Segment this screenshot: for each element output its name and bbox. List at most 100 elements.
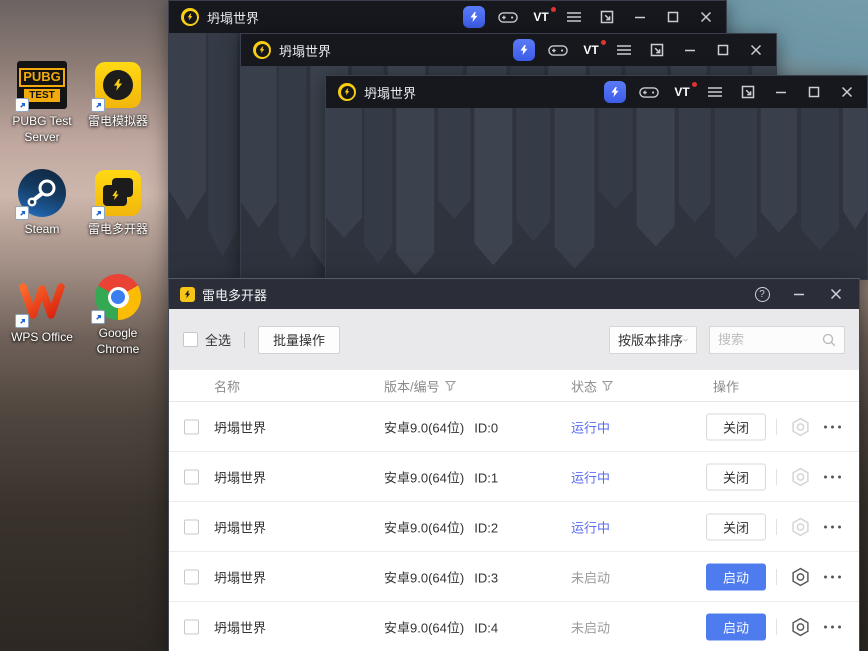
loading-background-pattern — [326, 108, 867, 276]
toolbar-divider — [244, 331, 246, 348]
desktop-icon-wps-office[interactable]: WPS Office — [2, 276, 82, 346]
desktop-icon-pubg-test-server[interactable]: PUBG TEST PUBG Test Server — [2, 60, 82, 145]
minimize-icon[interactable] — [790, 285, 808, 303]
gamepad-icon[interactable] — [548, 40, 568, 60]
row-checkbox[interactable] — [184, 469, 199, 484]
more-options-icon[interactable] — [824, 425, 841, 428]
row-divider — [776, 568, 777, 585]
sort-dropdown[interactable]: 按版本排序 — [609, 325, 697, 354]
close-icon[interactable] — [827, 285, 845, 303]
boost-icon[interactable] — [604, 81, 626, 103]
gamepad-icon[interactable] — [498, 7, 518, 27]
menu-icon[interactable] — [705, 82, 725, 102]
vt-icon[interactable]: VT — [581, 40, 607, 60]
settings-gear-icon[interactable] — [792, 567, 809, 586]
instance-id: ID:3 — [474, 570, 499, 585]
close-icon[interactable] — [837, 82, 857, 102]
maximize-icon[interactable] — [663, 7, 683, 27]
close-icon[interactable] — [746, 40, 766, 60]
row-checkbox[interactable] — [184, 419, 199, 434]
header-status[interactable]: 状态 — [571, 376, 597, 395]
emulator-controls: VT — [463, 6, 716, 28]
manager-titlebar: 雷电多开器 ? — [169, 279, 859, 309]
close-instance-button[interactable]: 关闭 — [706, 413, 766, 440]
more-options-icon[interactable] — [824, 625, 841, 628]
maximize-icon[interactable] — [804, 82, 824, 102]
boost-icon[interactable] — [463, 6, 485, 28]
shortcut-arrow-icon — [15, 314, 29, 328]
more-options-icon[interactable] — [824, 525, 841, 528]
settings-gear-icon[interactable] — [792, 617, 809, 636]
gamepad-icon[interactable] — [639, 82, 659, 102]
close-icon[interactable] — [696, 7, 716, 27]
instance-status: 运行中 — [571, 420, 611, 435]
header-name[interactable]: 名称 — [214, 376, 240, 395]
desktop-icon-label: WPS Office — [11, 330, 73, 344]
ldplayer-icon — [91, 60, 143, 112]
desktop-icon-steam[interactable]: Steam — [2, 168, 82, 238]
select-all-checkbox[interactable] — [183, 332, 198, 347]
more-options-icon[interactable] — [824, 475, 841, 478]
help-icon[interactable]: ? — [753, 285, 771, 303]
instance-id: ID:0 — [474, 420, 499, 435]
header-version[interactable]: 版本/编号 — [384, 376, 440, 395]
shortcut-arrow-icon — [91, 98, 105, 112]
restore-window-icon[interactable] — [647, 40, 667, 60]
multi-instance-manager-window: 雷电多开器 ? 全选 批量操作 按版本排序 名称 版本/ — [168, 278, 860, 651]
restore-window-icon[interactable] — [597, 7, 617, 27]
header-actions: 操作 — [713, 379, 740, 394]
menu-icon[interactable] — [614, 40, 634, 60]
filter-icon[interactable] — [444, 380, 456, 391]
minimize-icon[interactable] — [630, 7, 650, 27]
emulator-controls: VT — [604, 81, 857, 103]
minimize-icon[interactable] — [680, 40, 700, 60]
emulator-window-title: 坍塌世界 — [207, 10, 260, 26]
settings-gear-icon[interactable] — [792, 517, 809, 536]
instance-version: 安卓9.0(64位) — [384, 470, 465, 485]
start-instance-button[interactable]: 启动 — [706, 613, 766, 640]
batch-operations-button[interactable]: 批量操作 — [258, 325, 341, 354]
select-all-label[interactable]: 全选 — [205, 330, 231, 349]
vt-icon[interactable]: VT — [672, 82, 698, 102]
ldplayer-logo-icon — [338, 83, 356, 101]
desktop-icon-ldplayer[interactable]: 雷电模拟器 — [78, 60, 158, 130]
emulator-titlebar[interactable]: 坍塌世界 VT — [326, 76, 867, 108]
more-options-icon[interactable] — [824, 575, 841, 578]
minimize-icon[interactable] — [771, 82, 791, 102]
filter-icon[interactable] — [602, 380, 614, 391]
multi-opener-app-icon — [180, 286, 195, 302]
maximize-icon[interactable] — [713, 40, 733, 60]
vt-icon[interactable]: VT — [531, 7, 557, 27]
boost-icon[interactable] — [513, 39, 535, 61]
instance-row: 坍塌世界 安卓9.0(64位) ID:4 未启动 启动 — [169, 602, 859, 651]
sort-dropdown-value: 按版本排序 — [618, 333, 684, 348]
instance-status: 未启动 — [571, 570, 611, 585]
instance-name: 坍塌世界 — [214, 620, 267, 635]
manager-title: 雷电多开器 — [202, 287, 268, 303]
search-input[interactable] — [710, 332, 822, 347]
menu-icon[interactable] — [564, 7, 584, 27]
row-checkbox[interactable] — [184, 569, 199, 584]
settings-gear-icon[interactable] — [792, 417, 809, 436]
vt-label: VT — [583, 40, 607, 57]
start-instance-button[interactable]: 启动 — [706, 563, 766, 590]
emulator-controls: VT — [513, 39, 766, 61]
row-checkbox[interactable] — [184, 619, 199, 634]
pubg-test-text: TEST — [24, 88, 60, 102]
row-divider — [776, 468, 777, 485]
close-instance-button[interactable]: 关闭 — [706, 463, 766, 490]
restore-window-icon[interactable] — [738, 82, 758, 102]
row-checkbox[interactable] — [184, 519, 199, 534]
emulator-titlebar[interactable]: 坍塌世界 VT — [169, 1, 726, 33]
search-box[interactable] — [709, 325, 845, 354]
emulator-titlebar[interactable]: 坍塌世界 VT — [241, 34, 776, 66]
shortcut-arrow-icon — [15, 206, 29, 220]
emulator-content — [326, 108, 867, 279]
instance-version: 安卓9.0(64位) — [384, 420, 465, 435]
close-instance-button[interactable]: 关闭 — [706, 513, 766, 540]
settings-gear-icon[interactable] — [792, 467, 809, 486]
desktop-icon-multi-opener[interactable]: 雷电多开器 — [78, 168, 158, 238]
row-divider — [776, 618, 777, 635]
desktop-icon-google-chrome[interactable]: Google Chrome — [78, 272, 158, 357]
instance-version: 安卓9.0(64位) — [384, 520, 465, 535]
